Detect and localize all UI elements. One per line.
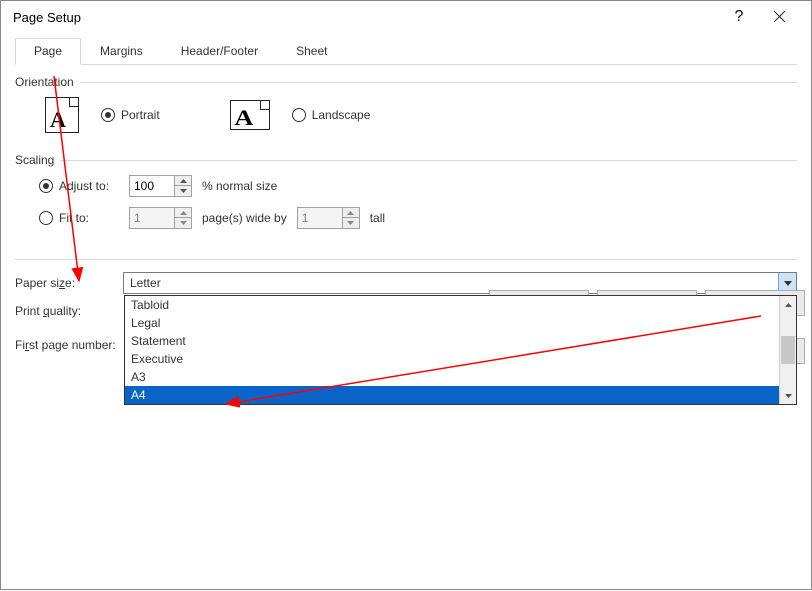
spinner-down-icon[interactable] [175,186,191,196]
tab-page[interactable]: Page [15,38,81,65]
pages-wide-label: page(s) wide by [202,211,287,225]
page-setup-dialog: Page Setup ? Page Margins Header/Footer … [0,0,812,590]
paper-size-option[interactable]: Executive [125,350,779,368]
radio-icon [39,179,53,193]
paper-size-dropdown: Tabloid Legal Statement Executive A3 A4 [124,295,797,405]
normal-size-label: % normal size [202,179,277,193]
fit-wide-input[interactable] [130,211,174,225]
tab-margins[interactable]: Margins [81,38,162,65]
help-button[interactable]: ? [719,8,759,26]
dialog-title: Page Setup [13,10,719,25]
landscape-icon: A [230,100,270,130]
scaling-label: Scaling [15,153,54,167]
landscape-radio[interactable]: Landscape [292,108,371,122]
scroll-down-icon[interactable] [780,387,796,404]
paper-size-option[interactable]: A4 [125,386,779,404]
print-quality-label: Print quality: [15,304,123,318]
fit-wide-spinner[interactable] [129,207,192,229]
close-button[interactable] [759,10,799,25]
tab-sheet[interactable]: Sheet [277,38,346,65]
scrollbar[interactable] [779,296,796,404]
fit-to-radio[interactable]: Fit to: [39,211,119,225]
spinner-down-icon[interactable] [175,218,191,228]
divider [60,160,797,161]
adjust-to-spinner[interactable] [129,175,192,197]
landscape-radio-label: Landscape [312,108,371,122]
radio-icon [39,211,53,225]
portrait-icon: A [45,97,79,133]
radio-icon [292,108,306,122]
orientation-label: Orientation [15,75,74,89]
divider [80,82,797,83]
paper-size-option[interactable]: Legal [125,314,779,332]
fit-tall-spinner[interactable] [297,207,360,229]
paper-size-label: Paper size: [15,276,123,290]
paper-size-option[interactable]: A3 [125,368,779,386]
radio-icon [101,108,115,122]
spinner-up-icon[interactable] [175,208,191,218]
spinner-up-icon[interactable] [343,208,359,218]
fit-tall-input[interactable] [298,211,342,225]
portrait-radio[interactable]: Portrait [101,108,160,122]
paper-size-value: Letter [124,276,778,290]
adjust-to-label: Adjust to: [59,179,109,193]
tab-header-footer[interactable]: Header/Footer [162,38,277,65]
adjust-to-radio[interactable]: Adjust to: [39,179,119,193]
divider [15,259,797,260]
scroll-up-icon[interactable] [780,296,796,313]
portrait-radio-label: Portrait [121,108,160,122]
scroll-thumb[interactable] [781,336,795,364]
adjust-to-input[interactable] [130,179,174,193]
spinner-up-icon[interactable] [175,176,191,186]
fit-to-label: Fit to: [59,211,89,225]
spinner-down-icon[interactable] [343,218,359,228]
tall-label: tall [370,211,385,225]
tab-strip: Page Margins Header/Footer Sheet [15,37,797,65]
paper-size-option[interactable]: Statement [125,332,779,350]
paper-size-option[interactable]: Tabloid [125,296,779,314]
titlebar: Page Setup ? [1,1,811,33]
